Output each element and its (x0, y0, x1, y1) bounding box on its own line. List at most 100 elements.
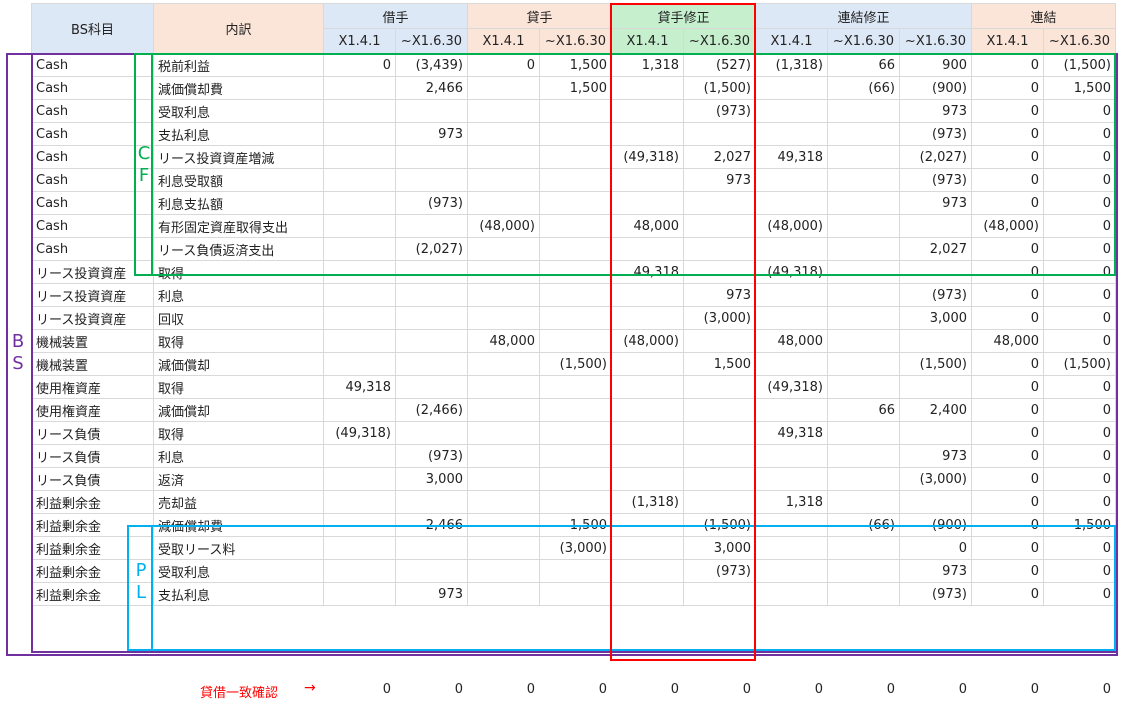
value-cell[interactable]: 0 (971, 490, 1044, 514)
value-cell[interactable] (467, 467, 540, 491)
value-cell[interactable]: 1,500 (1043, 76, 1116, 100)
value-cell[interactable] (395, 421, 468, 445)
value-cell[interactable] (827, 421, 900, 445)
value-cell[interactable] (611, 352, 684, 376)
value-cell[interactable] (467, 375, 540, 399)
value-cell[interactable]: 973 (395, 122, 468, 146)
value-cell[interactable]: 0 (1043, 191, 1116, 215)
value-cell[interactable] (467, 145, 540, 169)
subheader-cell[interactable]: X1.4.1 (971, 28, 1044, 54)
value-cell[interactable]: 973 (395, 582, 468, 606)
value-cell[interactable]: (1,500) (1043, 352, 1116, 376)
value-cell[interactable]: 0 (1043, 283, 1116, 307)
value-cell[interactable]: 0 (971, 352, 1044, 376)
value-cell[interactable] (539, 145, 612, 169)
value-cell[interactable] (899, 260, 972, 284)
value-cell[interactable]: (2,466) (395, 398, 468, 422)
bs-item-cell[interactable]: 使用権資産 (31, 398, 154, 422)
value-cell[interactable]: (973) (395, 444, 468, 468)
value-cell[interactable] (827, 168, 900, 192)
value-cell[interactable] (467, 559, 540, 583)
value-cell[interactable]: (49,318) (611, 145, 684, 169)
value-cell[interactable] (683, 490, 756, 514)
value-cell[interactable] (611, 536, 684, 560)
value-cell[interactable]: 0 (1043, 398, 1116, 422)
value-cell[interactable] (683, 467, 756, 491)
header-breakdown[interactable]: 内訳 (153, 3, 324, 54)
header-lessor-adjustment[interactable]: 貸手修正 (611, 3, 756, 29)
value-cell[interactable]: (1,318) (755, 53, 828, 77)
value-cell[interactable] (395, 490, 468, 514)
value-cell[interactable] (683, 421, 756, 445)
value-cell[interactable]: 0 (1043, 329, 1116, 353)
value-cell[interactable]: (48,000) (467, 214, 540, 238)
value-cell[interactable]: (2,027) (395, 237, 468, 261)
value-cell[interactable] (323, 306, 396, 330)
value-cell[interactable]: 900 (899, 53, 972, 77)
bs-item-cell[interactable]: 利益剰余金 (31, 536, 154, 560)
bs-item-cell[interactable]: リース負債 (31, 444, 154, 468)
breakdown-cell[interactable]: 支払利息 (153, 582, 324, 606)
value-cell[interactable] (755, 237, 828, 261)
value-cell[interactable]: 0 (1043, 214, 1116, 238)
value-cell[interactable] (683, 398, 756, 422)
value-cell[interactable]: (1,318) (611, 490, 684, 514)
value-cell[interactable]: (1,500) (899, 352, 972, 376)
bs-item-cell[interactable]: 機械装置 (31, 352, 154, 376)
value-cell[interactable] (611, 122, 684, 146)
bs-item-cell[interactable]: 使用権資産 (31, 375, 154, 399)
value-cell[interactable] (395, 559, 468, 583)
value-cell[interactable]: 0 (971, 237, 1044, 261)
value-cell[interactable]: (973) (683, 559, 756, 583)
value-cell[interactable] (611, 168, 684, 192)
value-cell[interactable] (323, 352, 396, 376)
value-cell[interactable] (755, 582, 828, 606)
value-cell[interactable] (539, 306, 612, 330)
bs-item-cell[interactable]: リース投資資産 (31, 306, 154, 330)
value-cell[interactable] (395, 306, 468, 330)
subheader-cell[interactable]: X1.4.1 (323, 28, 396, 54)
value-cell[interactable] (683, 582, 756, 606)
value-cell[interactable]: 48,000 (467, 329, 540, 353)
value-cell[interactable] (827, 214, 900, 238)
breakdown-cell[interactable]: 減価償却 (153, 352, 324, 376)
value-cell[interactable]: (1,500) (539, 352, 612, 376)
value-cell[interactable]: (1,500) (683, 513, 756, 537)
breakdown-cell[interactable]: 利息 (153, 283, 324, 307)
value-cell[interactable] (323, 214, 396, 238)
value-cell[interactable] (323, 444, 396, 468)
value-cell[interactable] (755, 352, 828, 376)
breakdown-cell[interactable]: 売却益 (153, 490, 324, 514)
value-cell[interactable] (539, 122, 612, 146)
value-cell[interactable] (467, 421, 540, 445)
value-cell[interactable]: 2,027 (683, 145, 756, 169)
value-cell[interactable] (539, 444, 612, 468)
value-cell[interactable]: 49,318 (755, 421, 828, 445)
value-cell[interactable]: 1,318 (611, 53, 684, 77)
value-cell[interactable] (467, 513, 540, 537)
value-cell[interactable]: 1,500 (539, 76, 612, 100)
value-cell[interactable]: 66 (827, 398, 900, 422)
value-cell[interactable] (539, 467, 612, 491)
value-cell[interactable]: (527) (683, 53, 756, 77)
value-cell[interactable]: (1,500) (1043, 53, 1116, 77)
value-cell[interactable] (467, 99, 540, 123)
value-cell[interactable]: 0 (1043, 444, 1116, 468)
value-cell[interactable]: (48,000) (755, 214, 828, 238)
value-cell[interactable] (395, 536, 468, 560)
value-cell[interactable]: 0 (1043, 168, 1116, 192)
value-cell[interactable]: 0 (971, 191, 1044, 215)
value-cell[interactable]: (66) (827, 513, 900, 537)
subheader-cell[interactable]: X1.4.1 (467, 28, 540, 54)
breakdown-cell[interactable]: 受取利息 (153, 99, 324, 123)
value-cell[interactable]: 49,318 (323, 375, 396, 399)
value-cell[interactable] (467, 444, 540, 468)
breakdown-cell[interactable]: 取得 (153, 421, 324, 445)
breakdown-cell[interactable]: 取得 (153, 329, 324, 353)
value-cell[interactable]: (49,318) (323, 421, 396, 445)
subheader-cell[interactable]: ~X1.6.30 (395, 28, 468, 54)
value-cell[interactable]: 0 (971, 467, 1044, 491)
breakdown-cell[interactable]: リース投資資産増減 (153, 145, 324, 169)
value-cell[interactable]: 2,027 (899, 237, 972, 261)
value-cell[interactable] (323, 168, 396, 192)
